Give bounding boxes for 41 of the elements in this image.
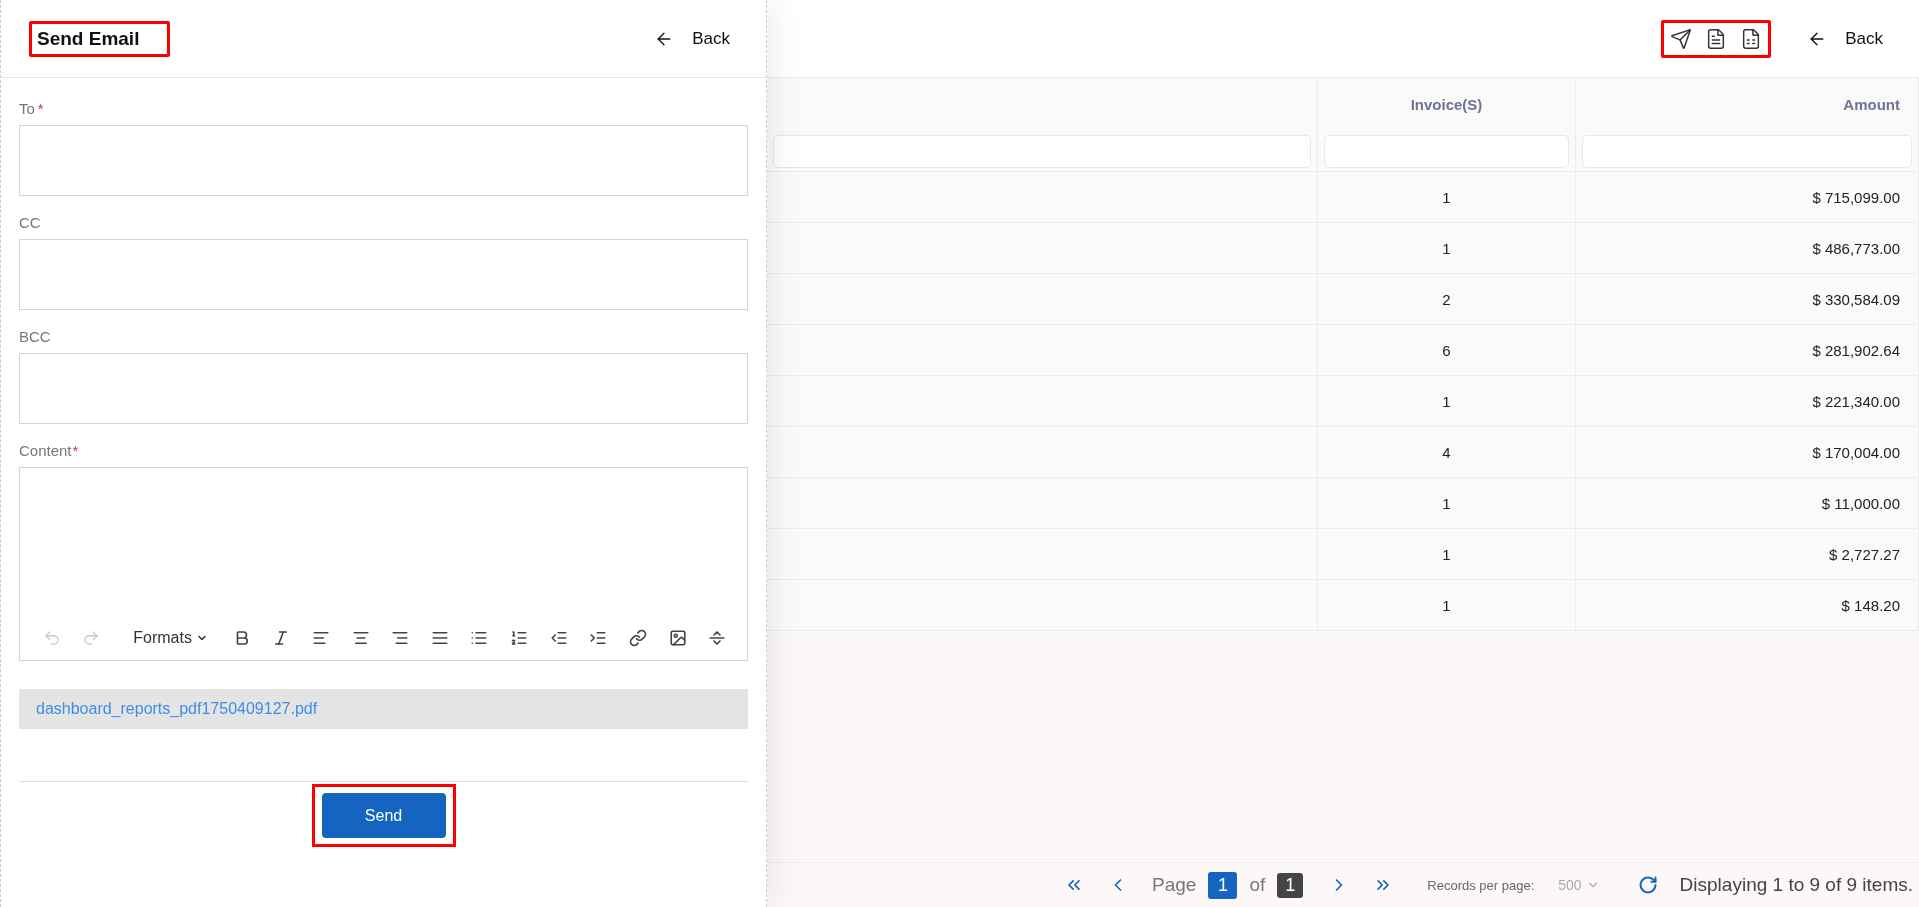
total-pages: 1 <box>1277 872 1304 898</box>
table-cell: 1 <box>1318 529 1576 580</box>
of-label: of <box>1249 874 1266 896</box>
back-link[interactable]: Back <box>1807 28 1883 49</box>
field-label: BCC <box>19 328 52 345</box>
send-button[interactable]: Send <box>321 793 446 838</box>
pagination-summary: Displaying 1 to 9 of 9 items. <box>1679 874 1913 896</box>
table-cell: 1 <box>1318 223 1576 274</box>
table-cell: 2 <box>1318 274 1576 325</box>
records-per-page-label: Records per page: <box>1427 877 1535 893</box>
column-header[interactable]: Amount <box>1576 78 1919 130</box>
input-field[interactable] <box>19 239 748 310</box>
field-label: CC <box>19 214 42 231</box>
table-cell: 1 <box>1318 478 1576 529</box>
send-icon[interactable] <box>1670 27 1693 50</box>
rich-text-editor[interactable]: Formats <box>19 467 748 661</box>
table-cell: $ 170,004.00 <box>1576 427 1919 478</box>
input-field[interactable] <box>19 353 748 424</box>
table-cell: 4 <box>1318 427 1576 478</box>
field-label: To * <box>19 100 45 117</box>
page-input[interactable]: 1 <box>1208 871 1238 899</box>
table-cell: $ 281,902.64 <box>1576 325 1919 376</box>
back-link[interactable]: Back <box>654 28 730 49</box>
panel-title: Send Email <box>29 20 171 57</box>
table-cell: 1 <box>1318 172 1576 223</box>
table-cell: $ 148.20 <box>1576 580 1919 631</box>
column-header[interactable]: Invoice(S) <box>1318 78 1576 130</box>
formats-dropdown[interactable]: Formats <box>111 626 222 650</box>
table-cell: $ 2,727.27 <box>1576 529 1919 580</box>
field-label: Content* <box>19 442 80 459</box>
table-cell: $ 11,000.00 <box>1576 478 1919 529</box>
table-cell: $ 330,584.09 <box>1576 274 1919 325</box>
page-label: Page <box>1152 874 1197 896</box>
table-cell: 1 <box>1318 580 1576 631</box>
table-cell: $ 715,099.00 <box>1576 172 1919 223</box>
table-cell: 6 <box>1318 325 1576 376</box>
table-cell: 1 <box>1318 376 1576 427</box>
table-cell: $ 221,340.00 <box>1576 376 1919 427</box>
table-cell: $ 486,773.00 <box>1576 223 1919 274</box>
filter-input[interactable] <box>773 135 1311 168</box>
input-field[interactable] <box>19 125 748 196</box>
